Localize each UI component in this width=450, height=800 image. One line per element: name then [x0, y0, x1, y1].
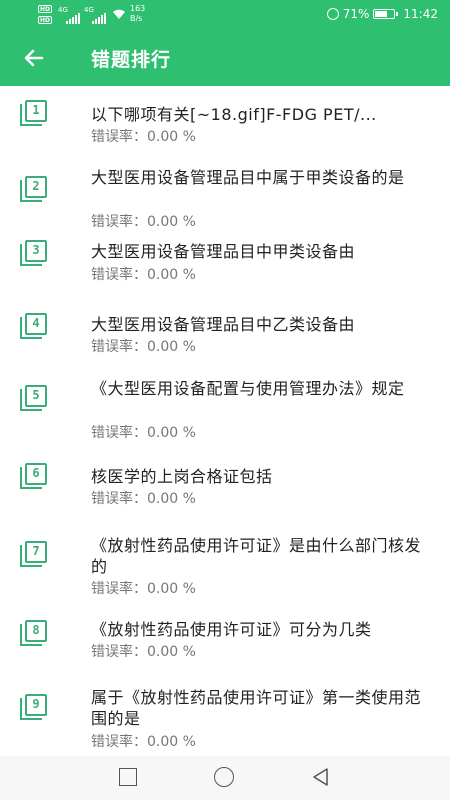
battery-icon: [373, 9, 399, 19]
hd-icon: HD: [38, 5, 52, 13]
rank-badge-icon: 6: [20, 463, 48, 491]
question-title: 核医学的上岗合格证包括: [91, 467, 273, 486]
list-item[interactable]: 7 《放射性药品使用许可证》是由什么部门核发的 错误率：0.00 %: [0, 530, 450, 614]
rank-badge-icon: 3: [20, 240, 48, 268]
error-rate: 错误率：0.00 %: [91, 734, 196, 750]
rank-badge-icon: 8: [20, 620, 48, 648]
status-bar: HD HD 4G 4G 163 B/s 71% 11:42: [0, 0, 450, 30]
battery-percent: 71%: [342, 7, 370, 21]
error-rate: 错误率：0.00 %: [91, 491, 196, 507]
network-speed: 163 B/s: [130, 4, 145, 24]
list-item[interactable]: 3 大型医用设备管理品目中甲类设备由 错误率：0.00 %: [0, 233, 450, 306]
list-item[interactable]: 8 《放射性药品使用许可证》可分为几类 错误率：0.00 %: [0, 614, 450, 677]
question-title: 大型医用设备管理品目中属于甲类设备的是: [91, 168, 405, 187]
list-item[interactable]: 2 大型医用设备管理品目中属于甲类设备的是 错误率：0.00 %: [0, 158, 450, 233]
error-rate: 错误率：0.00 %: [91, 129, 196, 145]
error-rate: 错误率：0.00 %: [91, 267, 196, 283]
error-rate: 错误率：0.00 %: [91, 644, 196, 660]
question-title: 以下哪项有关[~18.gif]F-FDG PET/...: [91, 105, 377, 124]
error-rate: 错误率：0.00 %: [91, 339, 196, 355]
app-bar: 错题排行: [0, 30, 450, 86]
page-title: 错题排行: [91, 49, 172, 71]
question-title: 《大型医用设备配置与使用管理办法》规定: [91, 379, 405, 398]
rank-badge-icon: 4: [20, 313, 48, 341]
rank-badge-icon: 9: [20, 694, 48, 722]
triangle-back-icon[interactable]: [311, 767, 329, 787]
question-title: 《放射性药品使用许可证》是由什么部门核发的: [91, 536, 422, 576]
rank-badge-icon: 1: [20, 100, 48, 128]
speed-value: 163: [130, 4, 146, 13]
list-item[interactable]: 1 以下哪项有关[~18.gif]F-FDG PET/... 错误率：0.00 …: [0, 86, 450, 158]
list-item[interactable]: 5 《大型医用设备配置与使用管理办法》规定 错误率：0.00 %: [0, 378, 450, 463]
hd-icon: HD: [38, 16, 52, 24]
alarm-icon: [326, 8, 339, 20]
circle-icon[interactable]: [214, 767, 234, 787]
system-nav-bar: [0, 756, 450, 800]
rank-badge-icon: 2: [20, 176, 48, 204]
list-item[interactable]: 6 核医学的上岗合格证包括 错误率：0.00 %: [0, 463, 450, 530]
signal-icon: [92, 13, 106, 24]
arrow-left-icon[interactable]: [20, 44, 48, 72]
wifi-icon: [113, 9, 125, 19]
question-title: 属于《放射性药品使用许可证》第一类使用范围的是: [91, 688, 422, 728]
list-item[interactable]: 9 属于《放射性药品使用许可证》第一类使用范围的是 错误率：0.00 %: [0, 677, 450, 757]
error-rate: 错误率：0.00 %: [91, 425, 196, 441]
error-rate: 错误率：0.00 %: [91, 581, 196, 597]
question-title: 大型医用设备管理品目中乙类设备由: [91, 315, 356, 334]
error-rate: 错误率：0.00 %: [91, 214, 196, 230]
rank-badge-icon: 5: [20, 385, 48, 413]
signal-icon: [66, 13, 80, 24]
question-title: 大型医用设备管理品目中甲类设备由: [91, 242, 356, 261]
question-title: 《放射性药品使用许可证》可分为几类: [91, 620, 372, 639]
speed-unit: B/s: [130, 14, 143, 23]
list-item[interactable]: 4 大型医用设备管理品目中乙类设备由 错误率：0.00 %: [0, 306, 450, 378]
rank-badge-icon: 7: [20, 541, 48, 569]
square-icon[interactable]: [119, 768, 137, 786]
clock: 11:42: [403, 7, 438, 21]
question-list: 1 以下哪项有关[~18.gif]F-FDG PET/... 错误率：0.00 …: [0, 86, 450, 757]
